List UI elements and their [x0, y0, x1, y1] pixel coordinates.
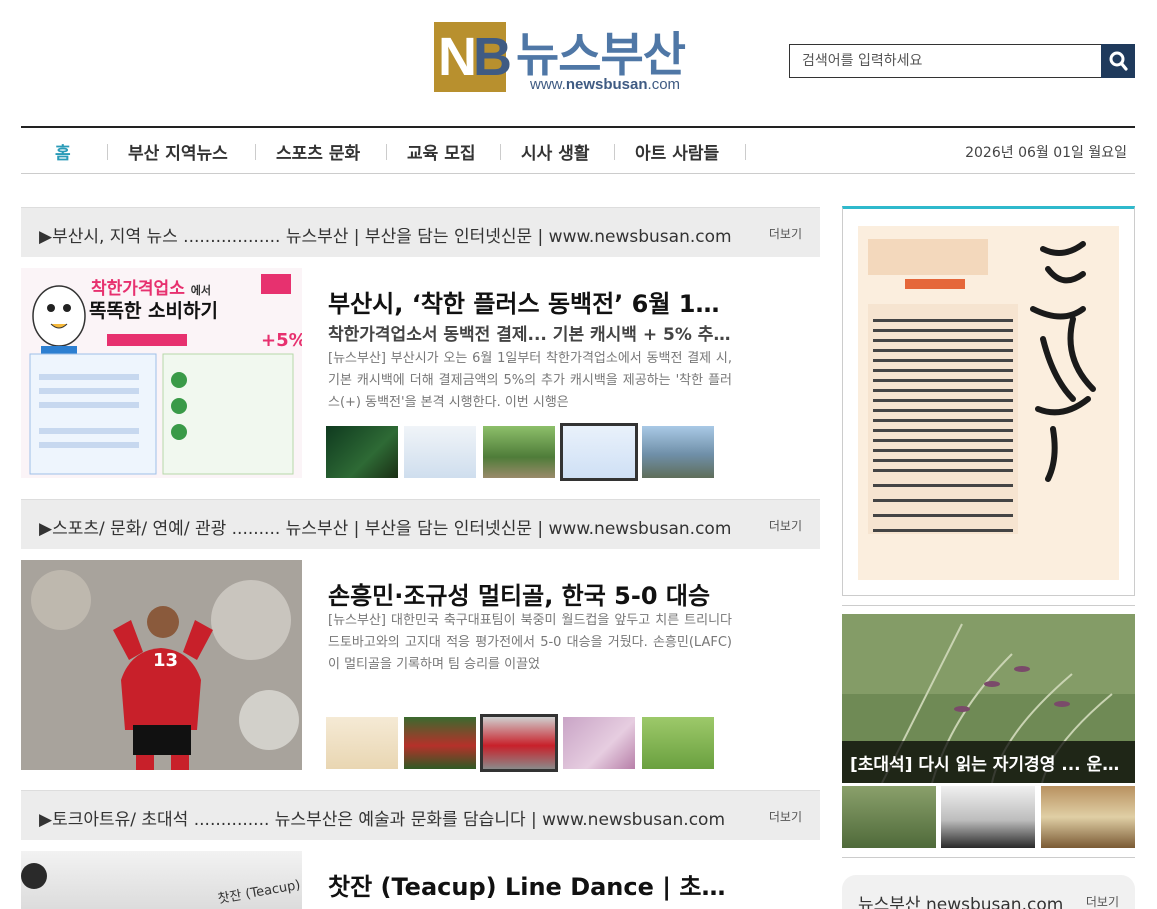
studio-logo: [21, 863, 47, 889]
sidebar-thumb[interactable]: [842, 786, 936, 848]
thumb-caption: 찻잔 (Teacup): [216, 877, 302, 908]
related-thumb[interactable]: [404, 426, 476, 478]
section-header-talkart: ▶토크아트유/ 초대석 .............. 뉴스부산은 예술과 문화를…: [21, 790, 820, 840]
thumb-badge: +5%: [261, 330, 302, 351]
more-link[interactable]: 더보기: [1086, 893, 1119, 909]
exhibition-poster[interactable]: [842, 206, 1135, 596]
search-button[interactable]: [1101, 44, 1135, 78]
article-thumbnail[interactable]: 13: [21, 560, 302, 770]
featured-caption[interactable]: [초대석] 다시 읽는 자기경영 ... 운명을 바꾸는 법: [842, 741, 1135, 783]
related-thumb[interactable]: [483, 426, 555, 478]
section-title[interactable]: ▶부산시, 지역 뉴스 .................. 뉴스부산 | 부산…: [39, 222, 732, 247]
search-icon: [1109, 51, 1128, 71]
related-thumb[interactable]: [642, 717, 714, 769]
sidebar-box-title: 뉴스부산 newsbusan.com: [858, 895, 1064, 909]
logo-mark: NB: [434, 22, 512, 92]
article-thumbnail[interactable]: 착한가격업소 에서 똑똑한 소비하기 +5%: [21, 268, 302, 478]
divider: [842, 605, 1135, 606]
logo-title: 뉴스부산: [516, 28, 686, 83]
related-thumb[interactable]: [642, 426, 714, 478]
section-header-sports: ▶스포츠/ 문화/ 연예/ 관광 ......... 뉴스부산 | 부산을 담는…: [21, 499, 820, 549]
jersey-number: 13: [153, 650, 179, 671]
nav-divider: [614, 144, 615, 160]
logo-url: www.newsbusan.com: [530, 76, 681, 93]
article-summary: [뉴스부산] 부산시가 오는 6월 1일부터 착한가격업소에서 동백전 결제 시…: [328, 351, 732, 410]
featured-photo[interactable]: [초대석] 다시 읽는 자기경영 ... 운명을 바꾸는 법: [842, 614, 1135, 783]
more-link[interactable]: 더보기: [769, 517, 802, 534]
nav-sports-culture[interactable]: 스포츠 문화: [276, 139, 360, 164]
related-thumb[interactable]: [326, 717, 398, 769]
more-link[interactable]: 더보기: [769, 808, 802, 825]
nav-home[interactable]: 홈: [55, 139, 71, 164]
related-thumb[interactable]: [404, 717, 476, 769]
related-thumb[interactable]: [563, 717, 635, 769]
nav-busan-local[interactable]: 부산 지역뉴스: [128, 139, 228, 164]
logo-letters: NB: [438, 27, 512, 87]
sidebar-thumb[interactable]: [941, 786, 1035, 848]
article-summary: [뉴스부산] 대한민국 축구대표팀이 북중미 월드컵을 앞두고 치른 트리니다드…: [328, 613, 732, 672]
section-title[interactable]: ▶토크아트유/ 초대석 .............. 뉴스부산은 예술과 문화를…: [39, 805, 725, 830]
section-header-local: ▶부산시, 지역 뉴스 .................. 뉴스부산 | 부산…: [21, 207, 820, 257]
nav-current-life[interactable]: 시사 생활: [521, 139, 589, 164]
poster-image: [858, 226, 1119, 580]
search-bar: [789, 44, 1135, 78]
related-thumb-selected[interactable]: [560, 423, 638, 481]
nav-divider: [255, 144, 256, 160]
related-thumb-selected[interactable]: [480, 714, 558, 772]
related-thumb[interactable]: [326, 426, 398, 478]
sidebar-box: 뉴스부산 newsbusan.com 더보기: [842, 875, 1135, 909]
thumb-headline-2: 똑똑한 소비하기: [89, 300, 218, 322]
article-title[interactable]: 부산시, ‘착한 플러스 동백전’ 6월 1일부터 시행: [328, 284, 732, 319]
search-input[interactable]: [789, 44, 1101, 78]
more-link[interactable]: 더보기: [769, 225, 802, 242]
current-date: 2026년 06월 01일 월요일: [965, 145, 1127, 161]
article-thumbnail[interactable]: 찻잔 (Teacup): [21, 851, 302, 909]
nav-divider: [386, 144, 387, 160]
sidebar-thumb[interactable]: [1041, 786, 1135, 848]
divider: [842, 857, 1135, 858]
nav-education[interactable]: 교육 모집: [407, 139, 475, 164]
nav-divider: [745, 144, 746, 160]
section-title[interactable]: ▶스포츠/ 문화/ 연예/ 관광 ......... 뉴스부산 | 부산을 담는…: [39, 514, 731, 539]
site-logo[interactable]: NB 뉴스부산 www.newsbusan.com: [434, 20, 724, 96]
article-title[interactable]: 손흥민·조규성 멀티골, 한국 5-0 대승: [328, 576, 732, 611]
article-subtitle[interactable]: 착한가격업소서 동백전 결제... 기본 캐시백 + 5% 추가 캐시백: [328, 320, 732, 345]
nav-divider: [107, 144, 108, 160]
nav-art-people[interactable]: 아트 사람들: [635, 139, 719, 164]
article-title[interactable]: 찻잔 (Teacup) Line Dance | 초급 | 라인댄스: [328, 867, 732, 902]
nav-divider: [500, 144, 501, 160]
main-nav: 홈 부산 지역뉴스 스포츠 문화 교육 모집 시사 생활 아트 사람들 2026…: [21, 126, 1135, 174]
